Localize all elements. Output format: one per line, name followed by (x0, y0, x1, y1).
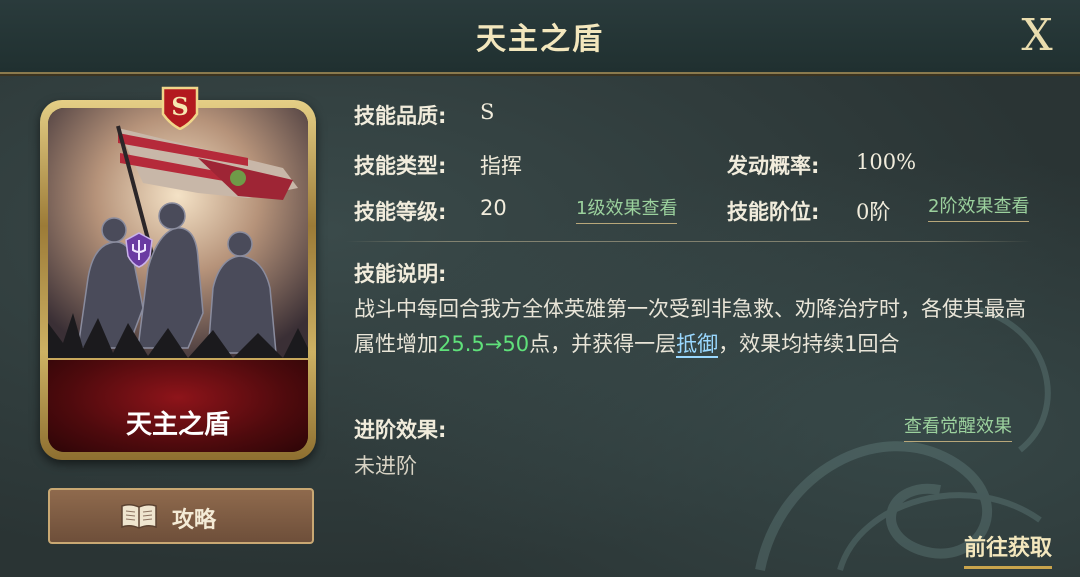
book-icon (121, 503, 157, 529)
guide-button[interactable]: 攻略 (48, 488, 314, 544)
card-name: 天主之盾 (125, 410, 230, 440)
description-label: 技能说明: (354, 262, 447, 286)
close-button[interactable]: X (1012, 10, 1062, 62)
guide-button-label: 攻略 (172, 508, 217, 533)
skill-quality-value: S (480, 100, 495, 124)
skill-quality-label: 技能品质: (354, 104, 447, 128)
card-name-panel: 天主之盾 (48, 358, 308, 452)
skill-type-label: 技能类型: (354, 154, 447, 178)
skill-level-value: 20 (480, 196, 507, 220)
description-text-2: 点，并获得一层 (529, 332, 677, 356)
skill-artwork (48, 108, 308, 358)
skill-rank-value: 0阶 (856, 200, 891, 224)
awaken-effect-link[interactable]: 查看觉醒效果 (904, 412, 1012, 442)
skill-type-value: 指挥 (480, 154, 522, 178)
skill-rank-label: 技能阶位: (727, 200, 820, 224)
page-title: 天主之盾 (476, 22, 604, 57)
trigger-rate-value: 100% (856, 150, 917, 174)
card-grade: S (171, 92, 188, 121)
header-bar: 天主之盾 X (0, 0, 1080, 74)
description-value-highlight: 25.5→50 (438, 332, 530, 356)
grade-badge-icon: S (161, 86, 199, 130)
defense-term-link[interactable]: 抵御 (676, 332, 719, 358)
rank-effect-link[interactable]: 2阶效果查看 (928, 192, 1030, 222)
section-divider (346, 241, 1032, 242)
skill-card-inner: 天主之盾 (48, 108, 308, 452)
trident-shield-icon (125, 232, 153, 268)
advance-effect-label: 进阶效果: (354, 418, 447, 442)
skill-description: 战斗中每回合我方全体英雄第一次受到非急救、劝降治疗时，各使其最高属性增加25.5… (354, 292, 1044, 362)
go-obtain-link[interactable]: 前往获取 (963, 530, 1052, 569)
description-text-3: ，效果均持续1回合 (718, 332, 900, 356)
trigger-rate-label: 发动概率: (727, 154, 820, 178)
skill-card: 天主之盾 (40, 100, 316, 460)
skill-level-label: 技能等级: (354, 200, 447, 224)
advance-effect-value: 未进阶 (354, 454, 417, 478)
level-effect-link[interactable]: 1级效果查看 (576, 194, 678, 224)
